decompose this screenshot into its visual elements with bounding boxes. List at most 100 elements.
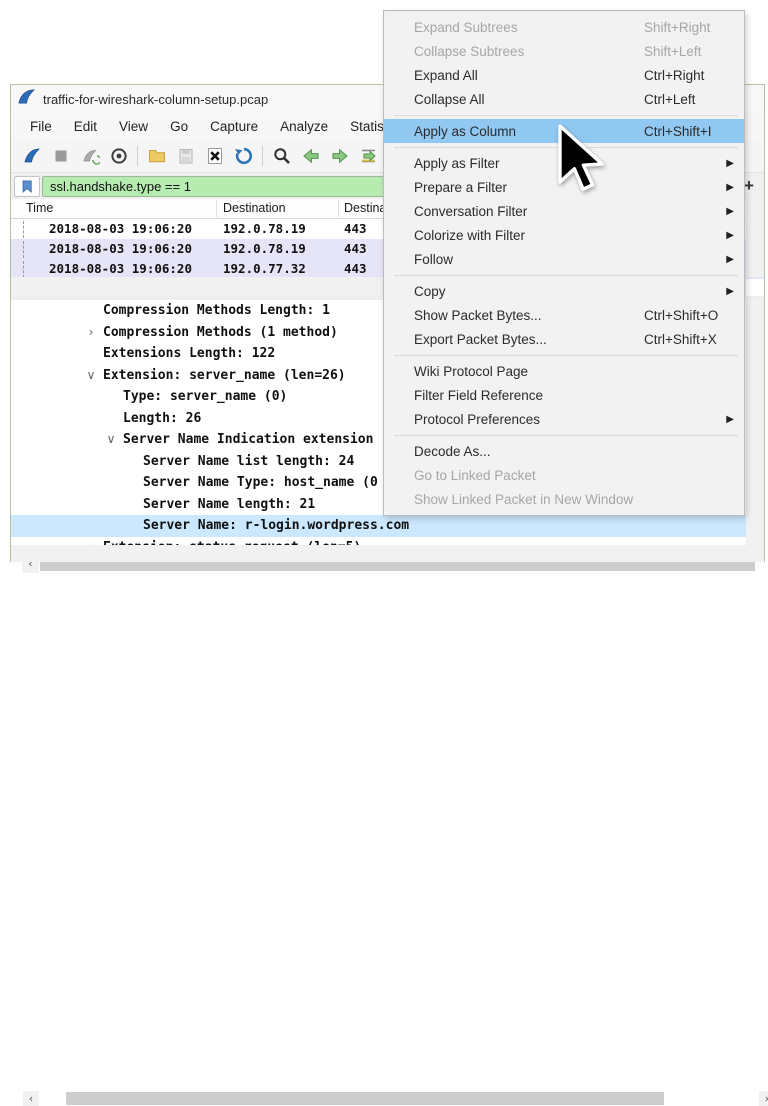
menu-item-shortcut: Ctrl+Left xyxy=(644,92,695,107)
detail-text: Server Name: r-login.wordpress.com xyxy=(143,515,409,537)
toolbar-separator xyxy=(137,146,138,166)
menu-item-label: Colorize with Filter xyxy=(414,228,525,243)
submenu-arrow-icon: ▶ xyxy=(726,286,734,297)
menu-item-follow[interactable]: Follow▶ xyxy=(384,247,744,271)
menu-item-label: Collapse All xyxy=(414,92,485,107)
cell-destination: 192.0.78.19 xyxy=(223,221,306,236)
capture-options-icon[interactable] xyxy=(108,145,130,167)
submenu-arrow-icon: ▶ xyxy=(726,414,734,425)
collapse-arrow-icon[interactable]: ∨ xyxy=(103,429,119,451)
scroll-left-button[interactable]: ‹ xyxy=(23,1091,39,1106)
menu-item-decode-as[interactable]: Decode As... xyxy=(384,439,744,463)
menu-item-label: Expand Subtrees xyxy=(414,20,518,35)
menu-item-label: Show Linked Packet in New Window xyxy=(414,492,633,507)
menu-separator xyxy=(384,351,744,359)
menu-item-shortcut: Ctrl+Shift+X xyxy=(644,332,717,347)
menubar-item-analyze[interactable]: Analyze xyxy=(269,116,339,137)
details-hscrollbar[interactable]: ‹ › xyxy=(11,545,764,562)
detail-text: Compression Methods (1 method) xyxy=(103,322,338,344)
column-divider[interactable] xyxy=(338,200,339,217)
save-file-icon[interactable] xyxy=(175,145,197,167)
cell-destination: 192.0.77.32 xyxy=(223,261,306,276)
restart-capture-icon[interactable] xyxy=(79,145,101,167)
detail-text: Length: 26 xyxy=(123,408,201,430)
submenu-arrow-icon: ▶ xyxy=(726,230,734,241)
detail-text: Extensions Length: 122 xyxy=(103,343,275,365)
related-packet-mark xyxy=(23,261,24,278)
wireshark-logo-icon xyxy=(17,88,36,110)
scroll-right-button[interactable]: › xyxy=(759,1091,768,1106)
go-forward-icon[interactable] xyxy=(329,145,351,167)
expand-arrow-icon[interactable]: › xyxy=(83,322,99,344)
go-back-icon[interactable] xyxy=(300,145,322,167)
menu-item-label: Prepare a Filter xyxy=(414,180,507,195)
window-title: traffic-for-wireshark-column-setup.pcap xyxy=(43,92,268,107)
menu-item-export-packet-bytes[interactable]: Export Packet Bytes...Ctrl+Shift+X xyxy=(384,327,744,351)
menu-item-label: Filter Field Reference xyxy=(414,388,543,403)
menu-item-shortcut: Shift+Right xyxy=(644,20,710,35)
menu-item-shortcut: Ctrl+Shift+I xyxy=(644,124,712,139)
menu-item-show-packet-bytes[interactable]: Show Packet Bytes...Ctrl+Shift+O xyxy=(384,303,744,327)
menu-item-label: Apply as Filter xyxy=(414,156,500,171)
menu-item-collapse-all[interactable]: Collapse All Ctrl+Left xyxy=(384,87,744,111)
submenu-arrow-icon: ▶ xyxy=(726,158,734,169)
detail-row[interactable]: ›Extension: status_request (len=5) xyxy=(11,537,746,546)
column-header-destination[interactable]: Destination xyxy=(223,201,286,215)
column-header-time[interactable]: Time xyxy=(26,201,53,215)
menu-separator xyxy=(384,271,744,279)
expand-arrow-icon[interactable]: › xyxy=(83,537,99,546)
mouse-cursor-icon xyxy=(556,124,606,201)
go-to-packet-icon[interactable] xyxy=(358,145,380,167)
menu-item-label: Copy xyxy=(414,284,446,299)
menu-separator xyxy=(384,111,744,119)
cell-port: 443 xyxy=(344,261,367,276)
collapse-arrow-icon[interactable]: ∨ xyxy=(83,365,99,387)
related-packet-mark xyxy=(23,241,24,258)
menu-item-label: Expand All xyxy=(414,68,478,83)
menu-item-filter-field-reference[interactable]: Filter Field Reference xyxy=(384,383,744,407)
packet-list-vscrollbar[interactable]: ∧ ∨ xyxy=(746,199,764,277)
submenu-arrow-icon: ▶ xyxy=(726,182,734,193)
stop-capture-icon[interactable] xyxy=(50,145,72,167)
menu-item-label: Protocol Preferences xyxy=(414,412,540,427)
menu-item-go-to-linked-packet: Go to Linked Packet xyxy=(384,463,744,487)
menu-item-label: Decode As... xyxy=(414,444,491,459)
toolbar-separator xyxy=(262,146,263,166)
find-packet-icon[interactable] xyxy=(271,145,293,167)
menubar-item-go[interactable]: Go xyxy=(159,116,199,137)
detail-text: Extension: server_name (len=26) xyxy=(103,365,346,387)
open-file-icon[interactable] xyxy=(146,145,168,167)
menu-item-conversation-filter[interactable]: Conversation Filter▶ xyxy=(384,199,744,223)
cell-port: 443 xyxy=(344,241,367,256)
menubar-item-view[interactable]: View xyxy=(108,116,159,137)
menu-item-label: Go to Linked Packet xyxy=(414,468,536,483)
wireshark-start-icon[interactable] xyxy=(21,145,43,167)
menubar-item-edit[interactable]: Edit xyxy=(63,116,108,137)
bookmark-icon xyxy=(20,179,35,194)
submenu-arrow-icon: ▶ xyxy=(726,206,734,217)
detail-text: Type: server_name (0) xyxy=(123,386,287,408)
menu-item-wiki-protocol-page[interactable]: Wiki Protocol Page xyxy=(384,359,744,383)
cell-time: 2018-08-03 19:06:20 xyxy=(49,241,192,256)
detail-row-selected[interactable]: Server Name: r-login.wordpress.com xyxy=(11,515,746,537)
menu-item-shortcut: Shift+Left xyxy=(644,44,701,59)
menu-item-expand-all[interactable]: Expand AllCtrl+Right xyxy=(384,63,744,87)
hscroll-thumb[interactable] xyxy=(66,1092,664,1105)
column-divider[interactable] xyxy=(216,200,217,217)
menubar-item-file[interactable]: File xyxy=(19,116,63,137)
menu-item-copy[interactable]: Copy ▶ xyxy=(384,279,744,303)
cell-time: 2018-08-03 19:06:20 xyxy=(49,221,192,236)
menu-item-colorize-with-filter[interactable]: Colorize with Filter ▶ xyxy=(384,223,744,247)
menubar-item-capture[interactable]: Capture xyxy=(199,116,269,137)
filter-bookmark-button[interactable] xyxy=(14,176,40,197)
menu-item-protocol-preferences[interactable]: Protocol Preferences ▶ xyxy=(384,407,744,431)
menu-item-label: Follow xyxy=(414,252,453,267)
details-vscrollbar[interactable]: ∧ ∨ xyxy=(746,300,764,545)
menu-item-show-linked-packet-in-new-window: Show Linked Packet in New Window xyxy=(384,487,744,511)
close-file-icon[interactable] xyxy=(204,145,226,167)
reload-file-icon[interactable] xyxy=(233,145,255,167)
menu-item-expand-subtrees: Expand Subtrees Shift+Right xyxy=(384,15,744,39)
detail-text: Server Name Type: host_name (0 xyxy=(143,472,378,494)
menu-item-label: Show Packet Bytes... xyxy=(414,308,542,323)
cell-destination: 192.0.78.19 xyxy=(223,241,306,256)
